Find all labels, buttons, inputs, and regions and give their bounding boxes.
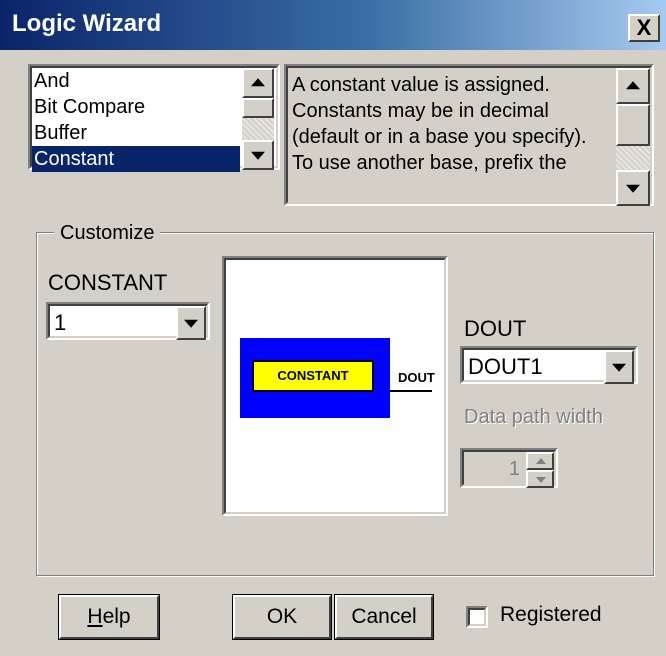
- scroll-down-button[interactable]: [242, 140, 274, 170]
- list-item-constant[interactable]: Constant: [32, 146, 240, 172]
- dout-dropdown-button[interactable]: [604, 350, 634, 384]
- help-hotkey: H: [87, 605, 103, 628]
- cancel-button[interactable]: Cancel: [334, 594, 434, 640]
- list-item-and[interactable]: And: [32, 68, 240, 94]
- description-line: (default or in a base you specify).: [292, 126, 587, 148]
- constant-value: 1: [54, 310, 67, 335]
- scroll-up-arrow-icon: [626, 81, 640, 90]
- scroll-down-button[interactable]: [616, 170, 650, 206]
- spin-down-button[interactable]: [526, 470, 554, 488]
- spin-down-arrow-icon: [536, 477, 546, 483]
- spin-up-arrow-icon: [536, 458, 546, 464]
- data-path-width-label: Data path width: [464, 406, 603, 428]
- dout-combobox[interactable]: DOUT1: [460, 346, 638, 384]
- dropdown-arrow-icon: [612, 363, 626, 372]
- dropdown-arrow-icon: [184, 319, 198, 328]
- description-box: A constant value is assigned. Constants …: [284, 64, 654, 206]
- description-line: To use another base, prefix the: [292, 152, 567, 174]
- constant-dropdown-button[interactable]: [176, 306, 206, 340]
- scroll-thumb[interactable]: [242, 98, 274, 118]
- function-list-scrollbar[interactable]: [242, 68, 274, 170]
- constant-block: CONSTANT: [240, 338, 390, 418]
- list-item-bit-compare[interactable]: Bit Compare: [32, 94, 240, 120]
- window-title: Logic Wizard: [12, 10, 162, 37]
- diagram-panel: CONSTANT DOUT: [222, 256, 448, 516]
- close-icon: X: [636, 15, 652, 40]
- customize-group-label: Customize: [54, 222, 161, 245]
- scroll-down-arrow-icon: [626, 184, 640, 193]
- dout-wire: [390, 390, 432, 392]
- help-rest: elp: [102, 605, 131, 628]
- scroll-up-button[interactable]: [616, 68, 650, 104]
- ok-button-label: OK: [266, 605, 298, 628]
- constant-label: CONSTANT: [48, 270, 168, 295]
- cancel-button-label: Cancel: [351, 605, 417, 628]
- description-text: A constant value is assigned. Constants …: [288, 68, 650, 180]
- list-item-buffer[interactable]: Buffer: [32, 120, 240, 146]
- registered-checkbox[interactable]: [466, 606, 488, 628]
- description-scrollbar[interactable]: [616, 68, 650, 206]
- data-path-width-value: 1: [508, 458, 520, 480]
- description-line: Constants may be in decimal: [292, 100, 549, 122]
- dout-value: DOUT1: [468, 354, 543, 379]
- constant-block-label: CONSTANT: [252, 360, 374, 392]
- scroll-down-arrow-icon: [251, 151, 265, 160]
- scroll-up-button[interactable]: [242, 68, 274, 98]
- data-path-width-spinbox[interactable]: 1: [460, 448, 558, 488]
- close-button[interactable]: X: [628, 14, 660, 42]
- diagram-dout-label: DOUT: [398, 370, 435, 385]
- description-line: A constant value is assigned.: [292, 74, 550, 96]
- ok-button[interactable]: OK: [232, 594, 332, 640]
- spin-up-button[interactable]: [526, 452, 554, 470]
- dout-label: DOUT: [464, 316, 527, 341]
- function-listbox[interactable]: And Bit Compare Buffer Constant: [28, 64, 280, 172]
- scroll-up-arrow-icon: [251, 78, 265, 87]
- registered-label[interactable]: Registered: [500, 603, 602, 627]
- help-button[interactable]: Help: [58, 594, 160, 640]
- constant-combobox[interactable]: 1: [46, 302, 210, 340]
- scroll-thumb[interactable]: [616, 104, 650, 146]
- help-button-label: Help: [87, 605, 130, 629]
